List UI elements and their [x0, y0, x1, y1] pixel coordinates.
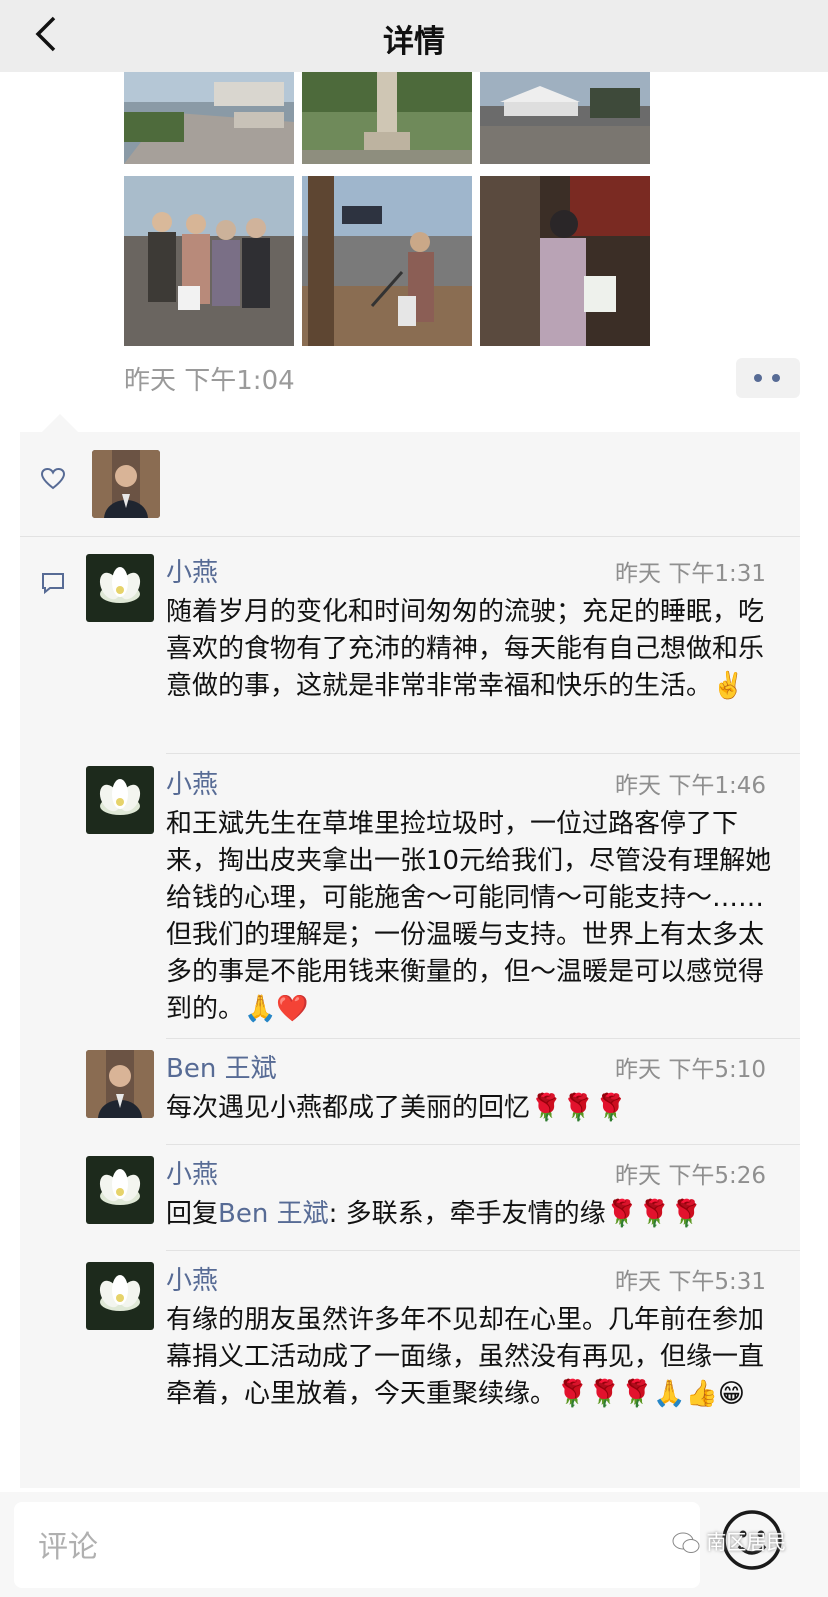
wechat-logo-icon — [672, 1532, 700, 1553]
photo-litter-picking[interactable] — [302, 176, 472, 346]
comment-text: 回复Ben 王斌: 多联系，牵手友情的缘🌹🌹🌹 — [166, 1196, 786, 1233]
commenter-name[interactable]: 小燕 — [166, 764, 218, 801]
photo-monument[interactable] — [302, 72, 472, 164]
page-title: 详情 — [383, 24, 445, 60]
comment-time: 昨天 下午1:46 — [615, 773, 766, 799]
comment-input[interactable]: 评论 — [14, 1502, 700, 1588]
reply-text: : 多联系，牵手友情的缘🌹🌹🌹 — [328, 1199, 703, 1229]
commenter-avatar-lotus[interactable] — [86, 1156, 154, 1224]
photo-street-plaza[interactable] — [124, 72, 294, 164]
divider — [20, 536, 800, 537]
comment-icon — [40, 570, 66, 600]
comment-item[interactable]: Ben 王斌 昨天 下午5:10 每次遇见小燕都成了美丽的回忆🌹🌹🌹 — [86, 1050, 786, 1130]
dot-icon — [772, 374, 780, 382]
watermark-text: 南区居民 — [706, 1530, 787, 1554]
commenter-name[interactable]: 小燕 — [166, 1260, 218, 1297]
panel-pointer — [42, 414, 78, 432]
likes-comments-panel: 小燕 昨天 下午1:31 随着岁月的变化和时间匆匆的流驶；充足的睡眠，吃喜欢的食… — [20, 432, 800, 1488]
comment-input-placeholder: 评论 — [38, 1530, 98, 1565]
commenter-avatar-ben[interactable] — [86, 1050, 154, 1118]
comment-text: 和王斌先生在草堆里捡垃圾时，一位过路客停了下来，掏出皮夹拿出一张10元给我们，尽… — [166, 809, 772, 1024]
more-actions-button[interactable] — [736, 358, 800, 398]
photo-market-tents[interactable] — [480, 72, 650, 164]
divider — [166, 1038, 800, 1039]
comment-time: 昨天 下午5:10 — [615, 1057, 766, 1083]
comment-item[interactable]: 小燕 昨天 下午5:31 有缘的朋友虽然许多年不见却在心里。几年前在参加幕捐义工… — [86, 1262, 786, 1472]
comment-text: 有缘的朋友虽然许多年不见却在心里。几年前在参加幕捐义工活动成了一面缘，虽然没有再… — [166, 1305, 765, 1409]
dot-icon — [754, 374, 762, 382]
reply-to-name[interactable]: Ben 王斌 — [218, 1199, 329, 1229]
divider — [166, 1144, 800, 1145]
commenter-avatar-lotus[interactable] — [86, 554, 154, 622]
commenter-name[interactable]: 小燕 — [166, 552, 218, 589]
comment-item[interactable]: 小燕 昨天 下午1:31 随着岁月的变化和时间匆匆的流驶；充足的睡眠，吃喜欢的食… — [86, 554, 786, 724]
commenter-avatar-lotus[interactable] — [86, 1262, 154, 1330]
photo-woman-with-bag[interactable] — [480, 176, 650, 346]
comment-item[interactable]: 小燕 昨天 下午1:46 和王斌先生在草堆里捡垃圾时，一位过路客停了下来，掏出皮… — [86, 764, 786, 1024]
comment-item[interactable]: 小燕 昨天 下午5:26 回复Ben 王斌: 多联系，牵手友情的缘🌹🌹🌹 — [86, 1156, 786, 1236]
post-time: 昨天 下午1:04 — [124, 366, 295, 396]
likes-row — [20, 432, 800, 536]
comment-time: 昨天 下午5:26 — [615, 1163, 766, 1189]
divider — [166, 1250, 800, 1251]
photo-group-volunteers[interactable] — [124, 176, 294, 346]
commenter-avatar-lotus[interactable] — [86, 766, 154, 834]
commenter-name[interactable]: 小燕 — [166, 1154, 218, 1191]
comment-text: 随着岁月的变化和时间匆匆的流驶；充足的睡眠，吃喜欢的食物有了充沛的精神，每天能有… — [166, 597, 765, 701]
watermark: 南区居民 — [672, 1526, 786, 1555]
comment-time: 昨天 下午1:31 — [615, 561, 766, 587]
comment-time: 昨天 下午5:31 — [615, 1269, 766, 1295]
liker-avatar[interactable] — [92, 450, 160, 518]
divider — [166, 753, 800, 754]
comment-text: 每次遇见小燕都成了美丽的回忆🌹🌹🌹 — [166, 1093, 628, 1123]
reply-prefix: 回复 — [166, 1199, 219, 1229]
nav-bar: 详情 — [0, 0, 828, 72]
heart-icon — [40, 466, 66, 496]
commenter-name[interactable]: Ben 王斌 — [166, 1048, 277, 1085]
